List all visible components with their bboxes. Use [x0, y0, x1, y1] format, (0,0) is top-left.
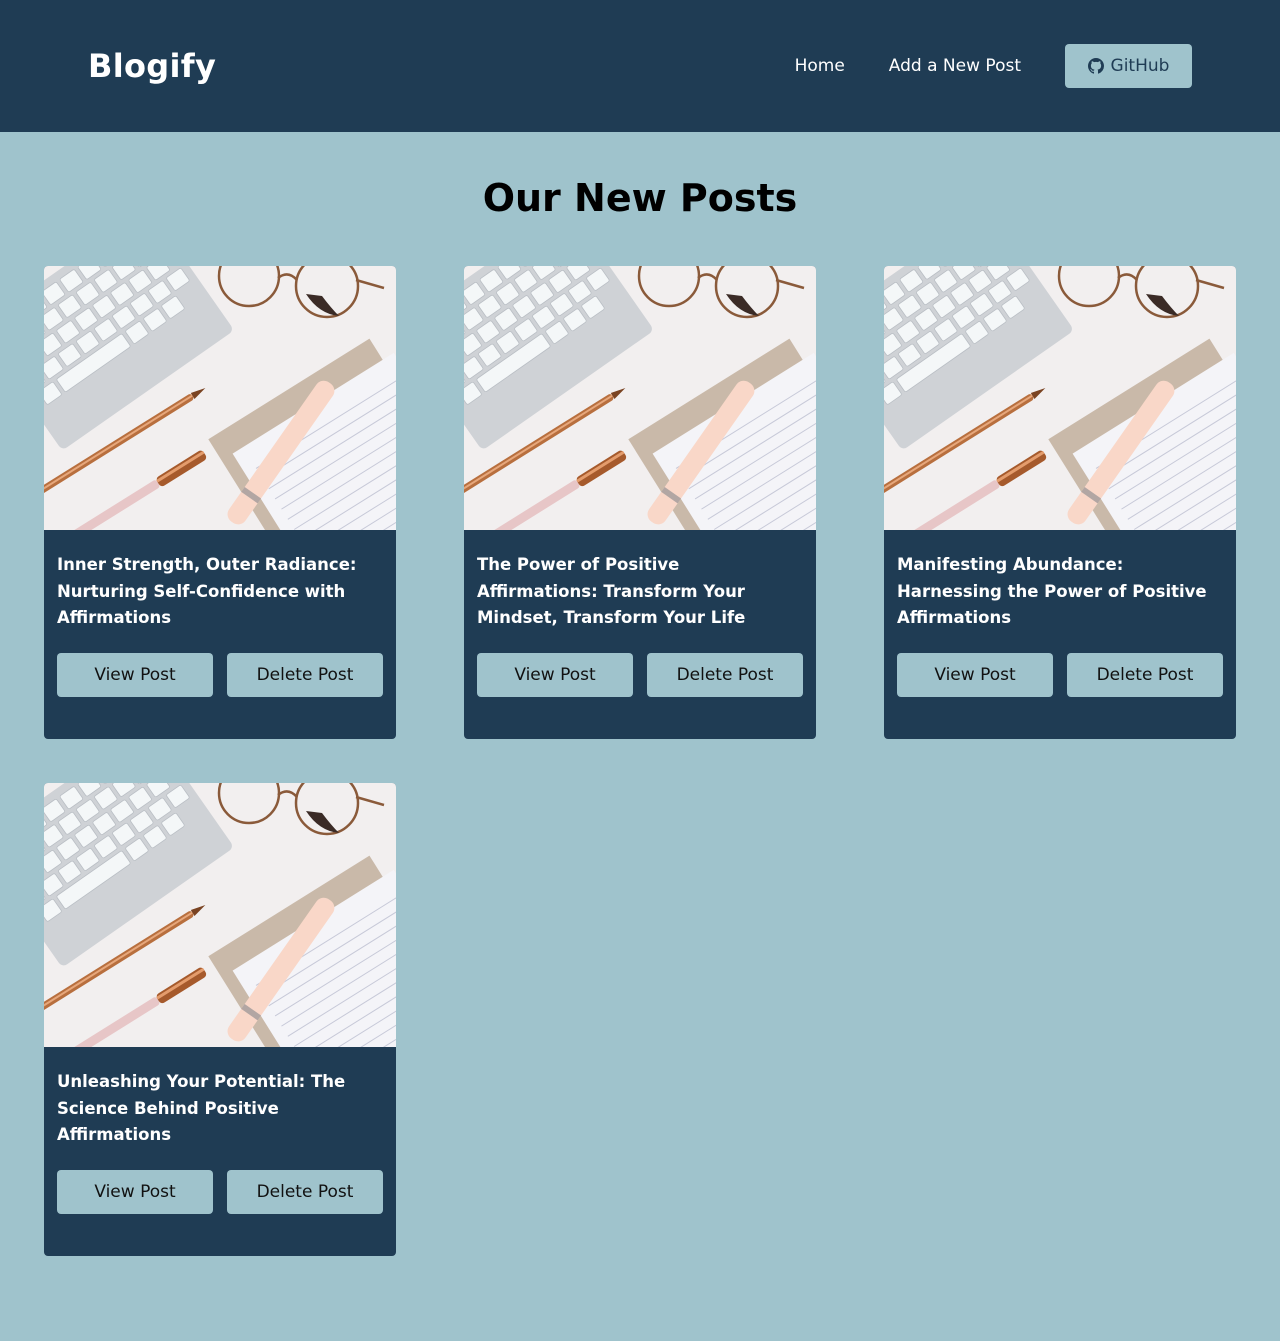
delete-post-button[interactable]: Delete Post — [1067, 652, 1223, 697]
delete-post-button[interactable]: Delete Post — [227, 1169, 383, 1214]
post-image — [884, 266, 1236, 530]
post-image — [464, 266, 816, 530]
nav-home-link[interactable]: Home — [795, 56, 845, 76]
brand-logo[interactable]: Blogify — [88, 47, 216, 85]
delete-post-button[interactable]: Delete Post — [647, 652, 803, 697]
github-icon — [1088, 58, 1104, 74]
post-title: Unleashing Your Potential: The Science B… — [57, 1072, 346, 1144]
post-card: Unleashing Your Potential: The Science B… — [44, 783, 396, 1256]
view-post-button[interactable]: View Post — [477, 652, 633, 697]
page-title: Our New Posts — [482, 176, 798, 220]
view-post-button[interactable]: View Post — [57, 652, 213, 697]
post-card: Manifesting Abundance: Harnessing the Po… — [884, 266, 1236, 739]
view-post-button[interactable]: View Post — [897, 652, 1053, 697]
post-card: The Power of Positive Affirmations: Tran… — [464, 266, 816, 739]
post-title: Manifesting Abundance: Harnessing the Po… — [897, 555, 1207, 627]
navbar: Blogify Home Add a New Post GitHub — [0, 0, 1280, 132]
nav-add-post-link[interactable]: Add a New Post — [889, 56, 1021, 76]
nav-links: Home Add a New Post GitHub — [795, 44, 1192, 88]
post-image — [44, 266, 396, 530]
github-button-label: GitHub — [1110, 56, 1170, 76]
post-image — [44, 783, 396, 1047]
post-card: Inner Strength, Outer Radiance: Nurturin… — [44, 266, 396, 739]
delete-post-button[interactable]: Delete Post — [227, 652, 383, 697]
post-title: Inner Strength, Outer Radiance: Nurturin… — [57, 555, 357, 627]
post-title: The Power of Positive Affirmations: Tran… — [477, 555, 746, 627]
view-post-button[interactable]: View Post — [57, 1169, 213, 1214]
posts-grid: Inner Strength, Outer Radiance: Nurturin… — [0, 220, 1280, 1256]
github-button[interactable]: GitHub — [1065, 44, 1192, 88]
